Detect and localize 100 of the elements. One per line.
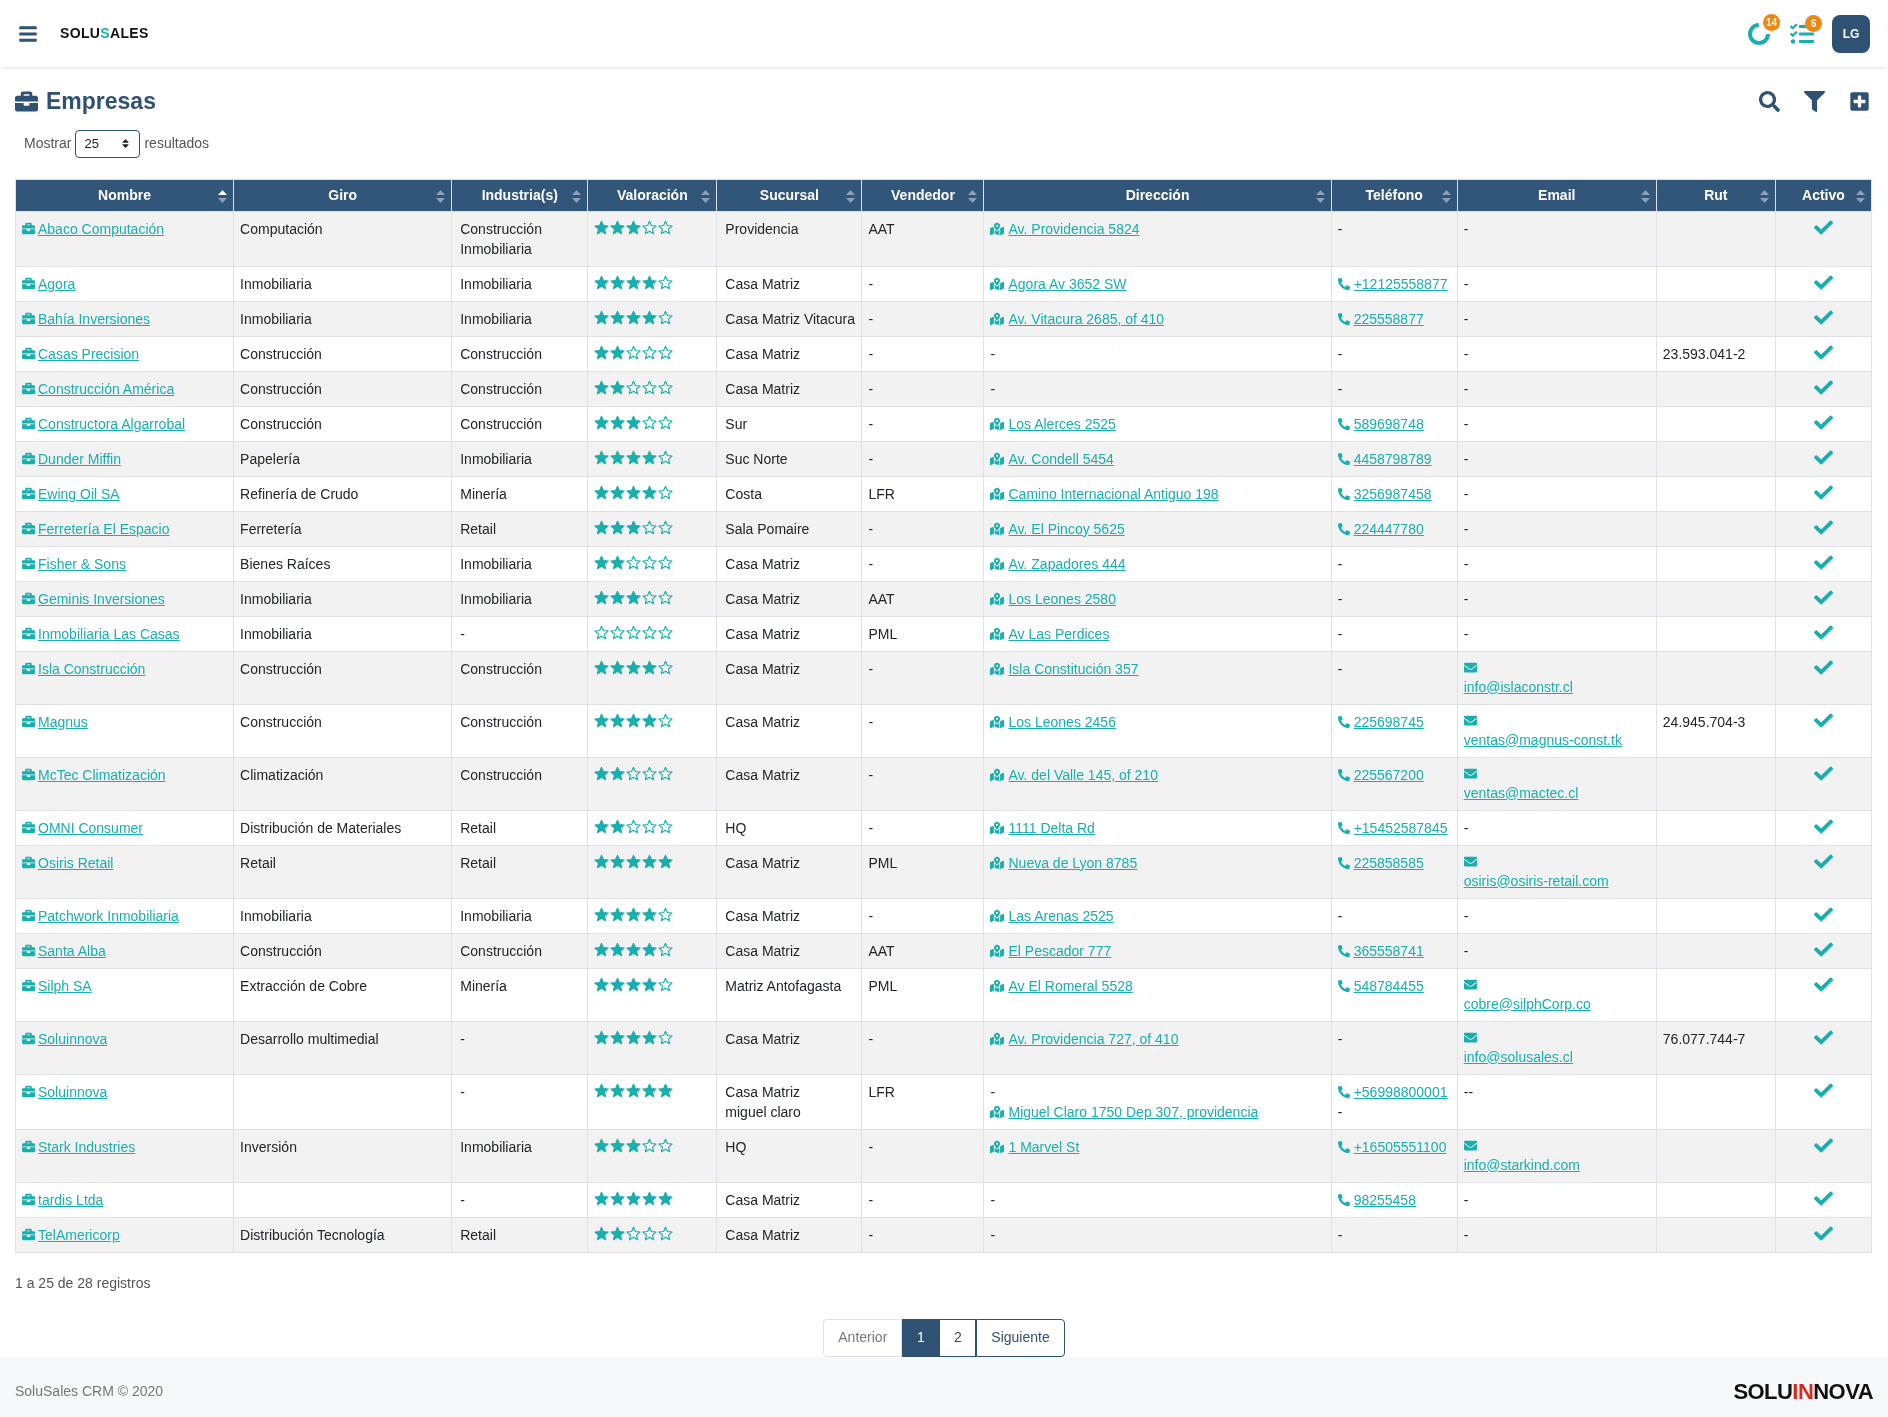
star-outline-icon bbox=[642, 520, 658, 535]
company-link[interactable]: tardis Ltda bbox=[38, 1189, 104, 1210]
star-outline-icon bbox=[658, 275, 674, 290]
column-header[interactable]: Sucursal bbox=[716, 179, 862, 211]
cell-text: Casa Matriz bbox=[725, 713, 801, 730]
page-size-select[interactable]: 25 bbox=[75, 129, 141, 158]
column-header[interactable]: Teléfono bbox=[1331, 179, 1458, 211]
company-link[interactable]: Stark Industries bbox=[38, 1136, 136, 1157]
address-link[interactable]: Isla Constitución 357 bbox=[1008, 658, 1139, 679]
cell-text: Retail bbox=[460, 1226, 496, 1243]
address-link[interactable]: Av Las Perdices bbox=[1008, 623, 1110, 644]
column-header[interactable]: Vendedor bbox=[861, 179, 984, 211]
star-filled-icon bbox=[626, 275, 642, 290]
map-icon bbox=[990, 521, 1005, 536]
cell-text: 23.593.041-2 bbox=[1662, 345, 1746, 362]
column-header[interactable]: Nombre bbox=[15, 179, 234, 211]
column-header[interactable]: Rut bbox=[1656, 179, 1776, 211]
cell-text: - bbox=[868, 450, 874, 467]
star-outline-icon bbox=[626, 345, 642, 360]
previous-button[interactable]: Anterior bbox=[823, 1318, 903, 1357]
address-link[interactable]: Av El Romeral 5528 bbox=[1008, 975, 1133, 996]
cell-text: - bbox=[990, 1226, 996, 1243]
phone-icon bbox=[1337, 487, 1350, 500]
company-link[interactable]: Agora bbox=[38, 273, 76, 294]
briefcase-icon bbox=[22, 1140, 35, 1153]
address-link[interactable]: Nueva de Lyon 8785 bbox=[1008, 852, 1138, 873]
page-button[interactable]: 2 bbox=[939, 1318, 977, 1357]
company-link[interactable]: Magnus bbox=[38, 711, 88, 732]
cell-text: Climatización bbox=[240, 766, 324, 783]
map-icon bbox=[990, 416, 1005, 431]
phone-link[interactable]: +56998800001 bbox=[1353, 1081, 1448, 1102]
company-link[interactable]: Isla Construcción bbox=[38, 658, 146, 679]
cell-text: Casa Matriz bbox=[725, 1030, 801, 1047]
cell-text: Construcción bbox=[460, 345, 542, 362]
cell-text: PML bbox=[868, 854, 898, 871]
cell-text: - bbox=[1337, 625, 1343, 642]
cell-text: - bbox=[868, 713, 874, 730]
star-filled-icon bbox=[594, 485, 610, 500]
cell-text: Construcción bbox=[240, 713, 322, 730]
filter-icon[interactable] bbox=[1804, 90, 1825, 112]
column-header[interactable]: Giro bbox=[233, 179, 452, 211]
column-header[interactable]: Industria(s) bbox=[451, 179, 588, 211]
star-filled-icon bbox=[610, 854, 626, 869]
cell-text: Extracción de Cobre bbox=[240, 977, 367, 994]
page-button[interactable]: 1 bbox=[902, 1318, 940, 1357]
sort-icon[interactable] bbox=[218, 189, 228, 203]
cell-text: - bbox=[1463, 415, 1469, 432]
address-link[interactable]: Las Arenas 2525 bbox=[1008, 905, 1114, 926]
address-link[interactable]: Av. del Valle 145, of 210 bbox=[1008, 764, 1158, 785]
company-link[interactable]: Santa Alba bbox=[38, 940, 106, 961]
address-link[interactable]: Los Alerces 2525 bbox=[1008, 413, 1116, 434]
briefcase-icon bbox=[22, 222, 35, 235]
cell-text: -- bbox=[1463, 1083, 1474, 1100]
column-header[interactable]: Email bbox=[1457, 179, 1657, 211]
star-filled-icon bbox=[626, 450, 642, 465]
address-link[interactable]: Los Leones 2456 bbox=[1008, 711, 1116, 732]
cell-text: Refinería de Crudo bbox=[240, 485, 359, 502]
cell-text: - bbox=[868, 1226, 874, 1243]
column-header[interactable]: Dirección bbox=[984, 179, 1332, 211]
cell-text: Construcción bbox=[240, 660, 322, 677]
address-link[interactable]: 1 Marvel St bbox=[1008, 1136, 1080, 1157]
address-link[interactable]: Av. Providencia 727, of 410 bbox=[1008, 1028, 1179, 1049]
briefcase-icon bbox=[22, 821, 35, 834]
star-filled-icon bbox=[642, 713, 658, 728]
cell-text: - bbox=[868, 555, 874, 572]
app-logo[interactable]: SOLUSALES bbox=[60, 23, 149, 44]
column-header[interactable]: Valoración bbox=[587, 179, 717, 211]
next-button[interactable]: Siguiente bbox=[976, 1318, 1065, 1357]
cell-text: - bbox=[1337, 555, 1343, 572]
cell-text: - bbox=[460, 1083, 465, 1100]
address-link[interactable]: Miguel Claro 1750 Dep 307, providencia bbox=[1008, 1101, 1259, 1122]
company-link[interactable]: Osiris Retail bbox=[38, 852, 114, 873]
company-link[interactable]: Silph SA bbox=[38, 975, 92, 996]
star-filled-icon bbox=[642, 450, 658, 465]
user-avatar[interactable]: LG bbox=[1832, 14, 1870, 53]
star-filled-icon bbox=[610, 520, 626, 535]
add-icon[interactable] bbox=[1849, 90, 1870, 112]
search-icon[interactable] bbox=[1759, 90, 1780, 112]
address-link[interactable]: El Pescador 777 bbox=[1008, 940, 1112, 961]
address-link[interactable]: Los Leones 2580 bbox=[1008, 588, 1116, 609]
company-link[interactable]: Soluinnova bbox=[38, 1028, 108, 1049]
address-link[interactable]: Av. Condell 5454 bbox=[1008, 448, 1114, 469]
cell-text: - bbox=[1337, 345, 1343, 362]
address-link[interactable]: 1111 Delta Rd bbox=[1008, 817, 1095, 838]
column-header[interactable]: Activo bbox=[1775, 179, 1872, 211]
show-label: Mostrar bbox=[24, 134, 72, 153]
phone-icon bbox=[1337, 1085, 1350, 1098]
star-outline-icon bbox=[658, 942, 674, 957]
address-link[interactable]: Av. Providencia 5824 bbox=[1008, 218, 1140, 239]
menu-icon[interactable] bbox=[18, 23, 38, 44]
star-filled-icon bbox=[642, 485, 658, 500]
star-filled-icon bbox=[594, 220, 610, 235]
cell-text: Construcción bbox=[240, 942, 322, 959]
company-link[interactable]: Soluinnova bbox=[38, 1081, 108, 1102]
cell-text: Construcción bbox=[460, 766, 542, 783]
map-icon bbox=[990, 820, 1005, 835]
cell-text: Casa Matriz bbox=[725, 942, 801, 959]
cell-text: - bbox=[1463, 310, 1469, 327]
cell-text: Inmobiliaria bbox=[240, 275, 312, 292]
cell-text: 24.945.704-3 bbox=[1662, 713, 1746, 730]
